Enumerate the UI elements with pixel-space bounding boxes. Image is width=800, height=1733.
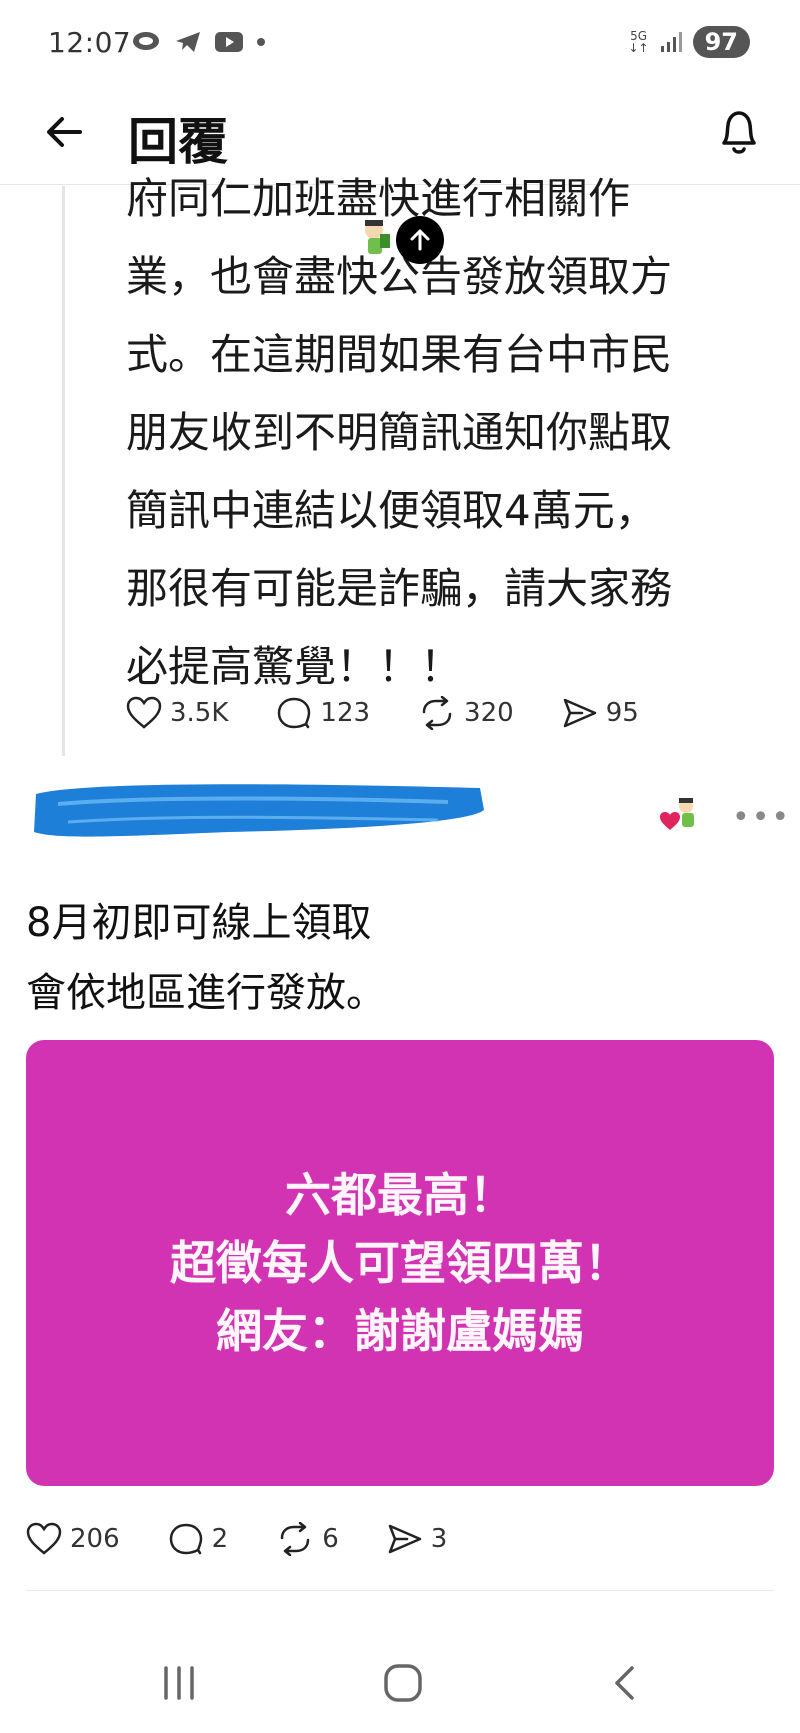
post-body-text: 府同仁加班盡快進行相關作 業，也會盡快公告發放領取方 式。在這期間如果有台中市民… bbox=[126, 174, 673, 691]
send-icon bbox=[388, 1524, 421, 1554]
signal-icon bbox=[660, 32, 682, 52]
repost-icon bbox=[422, 696, 452, 730]
divider bbox=[26, 1590, 774, 1591]
scroll-to-top-button[interactable] bbox=[396, 216, 444, 264]
share-button[interactable]: 3 bbox=[387, 1522, 448, 1556]
dot-icon bbox=[257, 38, 265, 46]
reply-actions: 206 2 6 3 bbox=[26, 1522, 495, 1556]
arrow-up-icon bbox=[410, 229, 430, 251]
comment-count: 2 bbox=[211, 1524, 229, 1554]
repost-icon bbox=[280, 1522, 310, 1556]
image-caption-line: 六都最高！ bbox=[285, 1168, 515, 1222]
repost-count: 6 bbox=[322, 1524, 339, 1554]
image-caption-line: 超徵每人可望領四萬！ bbox=[170, 1236, 630, 1290]
network-indicator: 5G ↓↑ bbox=[628, 29, 649, 55]
comment-button[interactable]: 2 bbox=[168, 1522, 229, 1556]
like-count: 206 bbox=[70, 1524, 120, 1554]
status-bar: 12:07 5G ↓↑ 97 bbox=[0, 0, 800, 90]
image-caption-line: 網友：謝謝盧媽媽 bbox=[216, 1304, 584, 1358]
send-icon bbox=[563, 698, 596, 728]
reaction-badge-icon bbox=[660, 798, 694, 830]
notification-icons bbox=[132, 30, 266, 54]
status-time: 12:07 bbox=[48, 26, 132, 59]
like-count: 3.5K bbox=[170, 698, 229, 728]
redacted-username bbox=[34, 784, 484, 837]
comment-button[interactable]: 123 bbox=[276, 696, 370, 730]
like-button[interactable]: 206 bbox=[26, 1522, 120, 1556]
like-button[interactable]: 3.5K bbox=[126, 696, 228, 730]
comment-icon bbox=[278, 697, 311, 729]
telegram-icon bbox=[176, 32, 200, 52]
messaging-icon bbox=[133, 32, 159, 50]
data-arrows-icon: ↓↑ bbox=[628, 41, 649, 55]
reply-text-line: 會依地區進行發放。 bbox=[26, 970, 386, 1016]
system-nav-bar bbox=[0, 1640, 800, 1733]
recent-apps-icon[interactable] bbox=[154, 1660, 204, 1706]
share-count: 95 bbox=[605, 698, 639, 728]
avatar-sticker-icon bbox=[365, 220, 390, 254]
repost-button[interactable]: 6 bbox=[276, 1522, 339, 1556]
reply-text-line: 8月初即可線上領取 bbox=[26, 900, 372, 946]
reply-body-text: 8月初即可線上領取 會依地區進行發放。 bbox=[26, 888, 766, 1028]
heart-icon bbox=[26, 1522, 62, 1555]
home-icon[interactable] bbox=[378, 1660, 428, 1706]
repost-button[interactable]: 320 bbox=[418, 696, 514, 730]
attached-image[interactable]: 六都最高！ 超徵每人可望領四萬！ 網友：謝謝盧媽媽 bbox=[26, 1040, 774, 1486]
battery-indicator: 97 bbox=[692, 26, 750, 58]
youtube-icon bbox=[215, 32, 243, 52]
share-count: 3 bbox=[430, 1524, 448, 1554]
more-options-button[interactable]: ••• bbox=[732, 800, 791, 835]
heart-icon bbox=[126, 696, 162, 729]
thread-line bbox=[62, 186, 65, 756]
comment-count: 123 bbox=[320, 698, 371, 728]
post-actions: 3.5K 123 320 95 bbox=[126, 696, 687, 730]
repost-count: 320 bbox=[464, 698, 514, 728]
system-indicators: 5G ↓↑ 97 bbox=[628, 26, 750, 58]
bell-icon[interactable] bbox=[714, 105, 764, 159]
back-icon[interactable] bbox=[600, 1660, 650, 1706]
comment-icon bbox=[169, 1523, 202, 1555]
arrow-left-icon[interactable] bbox=[42, 110, 86, 154]
share-button[interactable]: 95 bbox=[562, 696, 639, 730]
